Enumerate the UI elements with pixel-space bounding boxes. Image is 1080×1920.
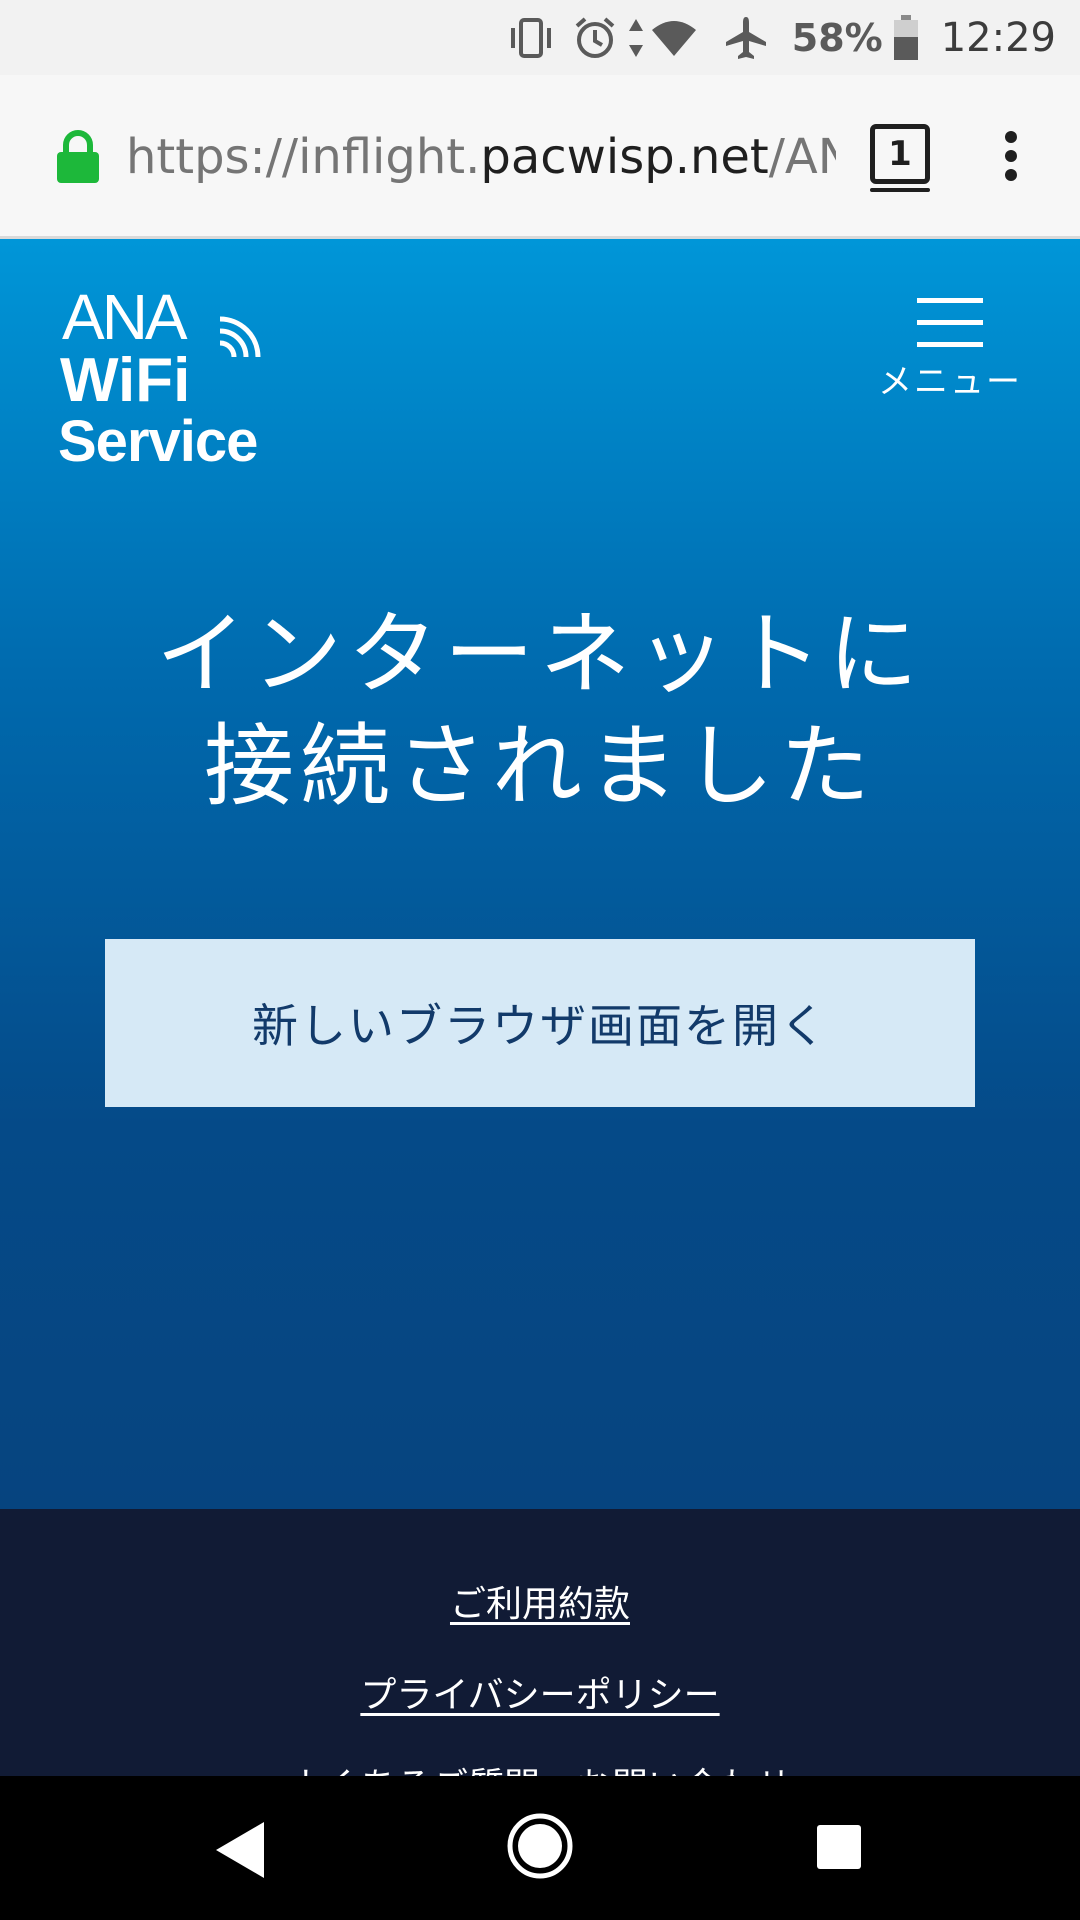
faq-contact-link[interactable]: よくあるご質問・お問い合わせ <box>0 1757 1080 1776</box>
lock-icon[interactable] <box>55 130 101 188</box>
url-scheme: https:// <box>126 129 299 185</box>
clock: 12:29 <box>940 14 1056 61</box>
svg-text:Service: Service <box>58 409 257 469</box>
terms-link[interactable]: ご利用約款 <box>0 1575 1080 1627</box>
footer: ご利用約款 プライバシーポリシー よくあるご質問・お問い合わせ <box>0 1509 1080 1776</box>
svg-text:ANA: ANA <box>62 281 188 353</box>
recents-icon[interactable] <box>816 1824 862 1874</box>
hamburger-icon <box>917 294 983 354</box>
home-icon[interactable] <box>506 1812 574 1884</box>
url-host: pacwisp.net <box>480 129 769 185</box>
tab-count: 1 <box>888 134 912 174</box>
headline-line-1: インターネットに <box>156 602 924 707</box>
data-arrows-icon <box>628 17 644 59</box>
status-bar: 58% 12:29 <box>0 0 1080 75</box>
vibrate-icon <box>508 16 554 60</box>
browser-toolbar: https://inflight.pacwisp.net/ANA/ 1 <box>0 75 1080 239</box>
open-new-browser-button[interactable]: 新しいブラウザ画面を開く <box>105 939 975 1107</box>
menu-button[interactable]: メニュー <box>870 294 1030 404</box>
back-icon[interactable] <box>212 1820 268 1884</box>
svg-text:WiFi: WiFi <box>60 346 190 415</box>
url-subdomain: inflight. <box>298 129 481 185</box>
hero-section: ANA WiFi Service メニュー インターネットに 接続されました 新… <box>0 239 1080 1509</box>
battery-percent: 58% <box>791 15 883 60</box>
privacy-policy-link[interactable]: プライバシーポリシー <box>0 1666 1080 1718</box>
url-field[interactable]: https://inflight.pacwisp.net/ANA/ <box>126 125 836 189</box>
overflow-menu-icon[interactable] <box>1004 131 1018 185</box>
battery-icon <box>893 14 919 61</box>
page-title: インターネットに 接続されました <box>0 599 1080 823</box>
alarm-icon <box>572 15 618 61</box>
ana-wifi-logo[interactable]: ANA WiFi Service <box>58 279 288 474</box>
wifi-icon <box>650 18 698 58</box>
menu-label: メニュー <box>878 362 1022 402</box>
airplane-icon <box>724 15 768 61</box>
system-nav-bar <box>0 1776 1080 1920</box>
url-path: /ANA/ <box>768 129 836 185</box>
tab-switcher-button[interactable]: 1 <box>870 124 930 192</box>
headline-line-2: 接続されました <box>204 714 876 819</box>
